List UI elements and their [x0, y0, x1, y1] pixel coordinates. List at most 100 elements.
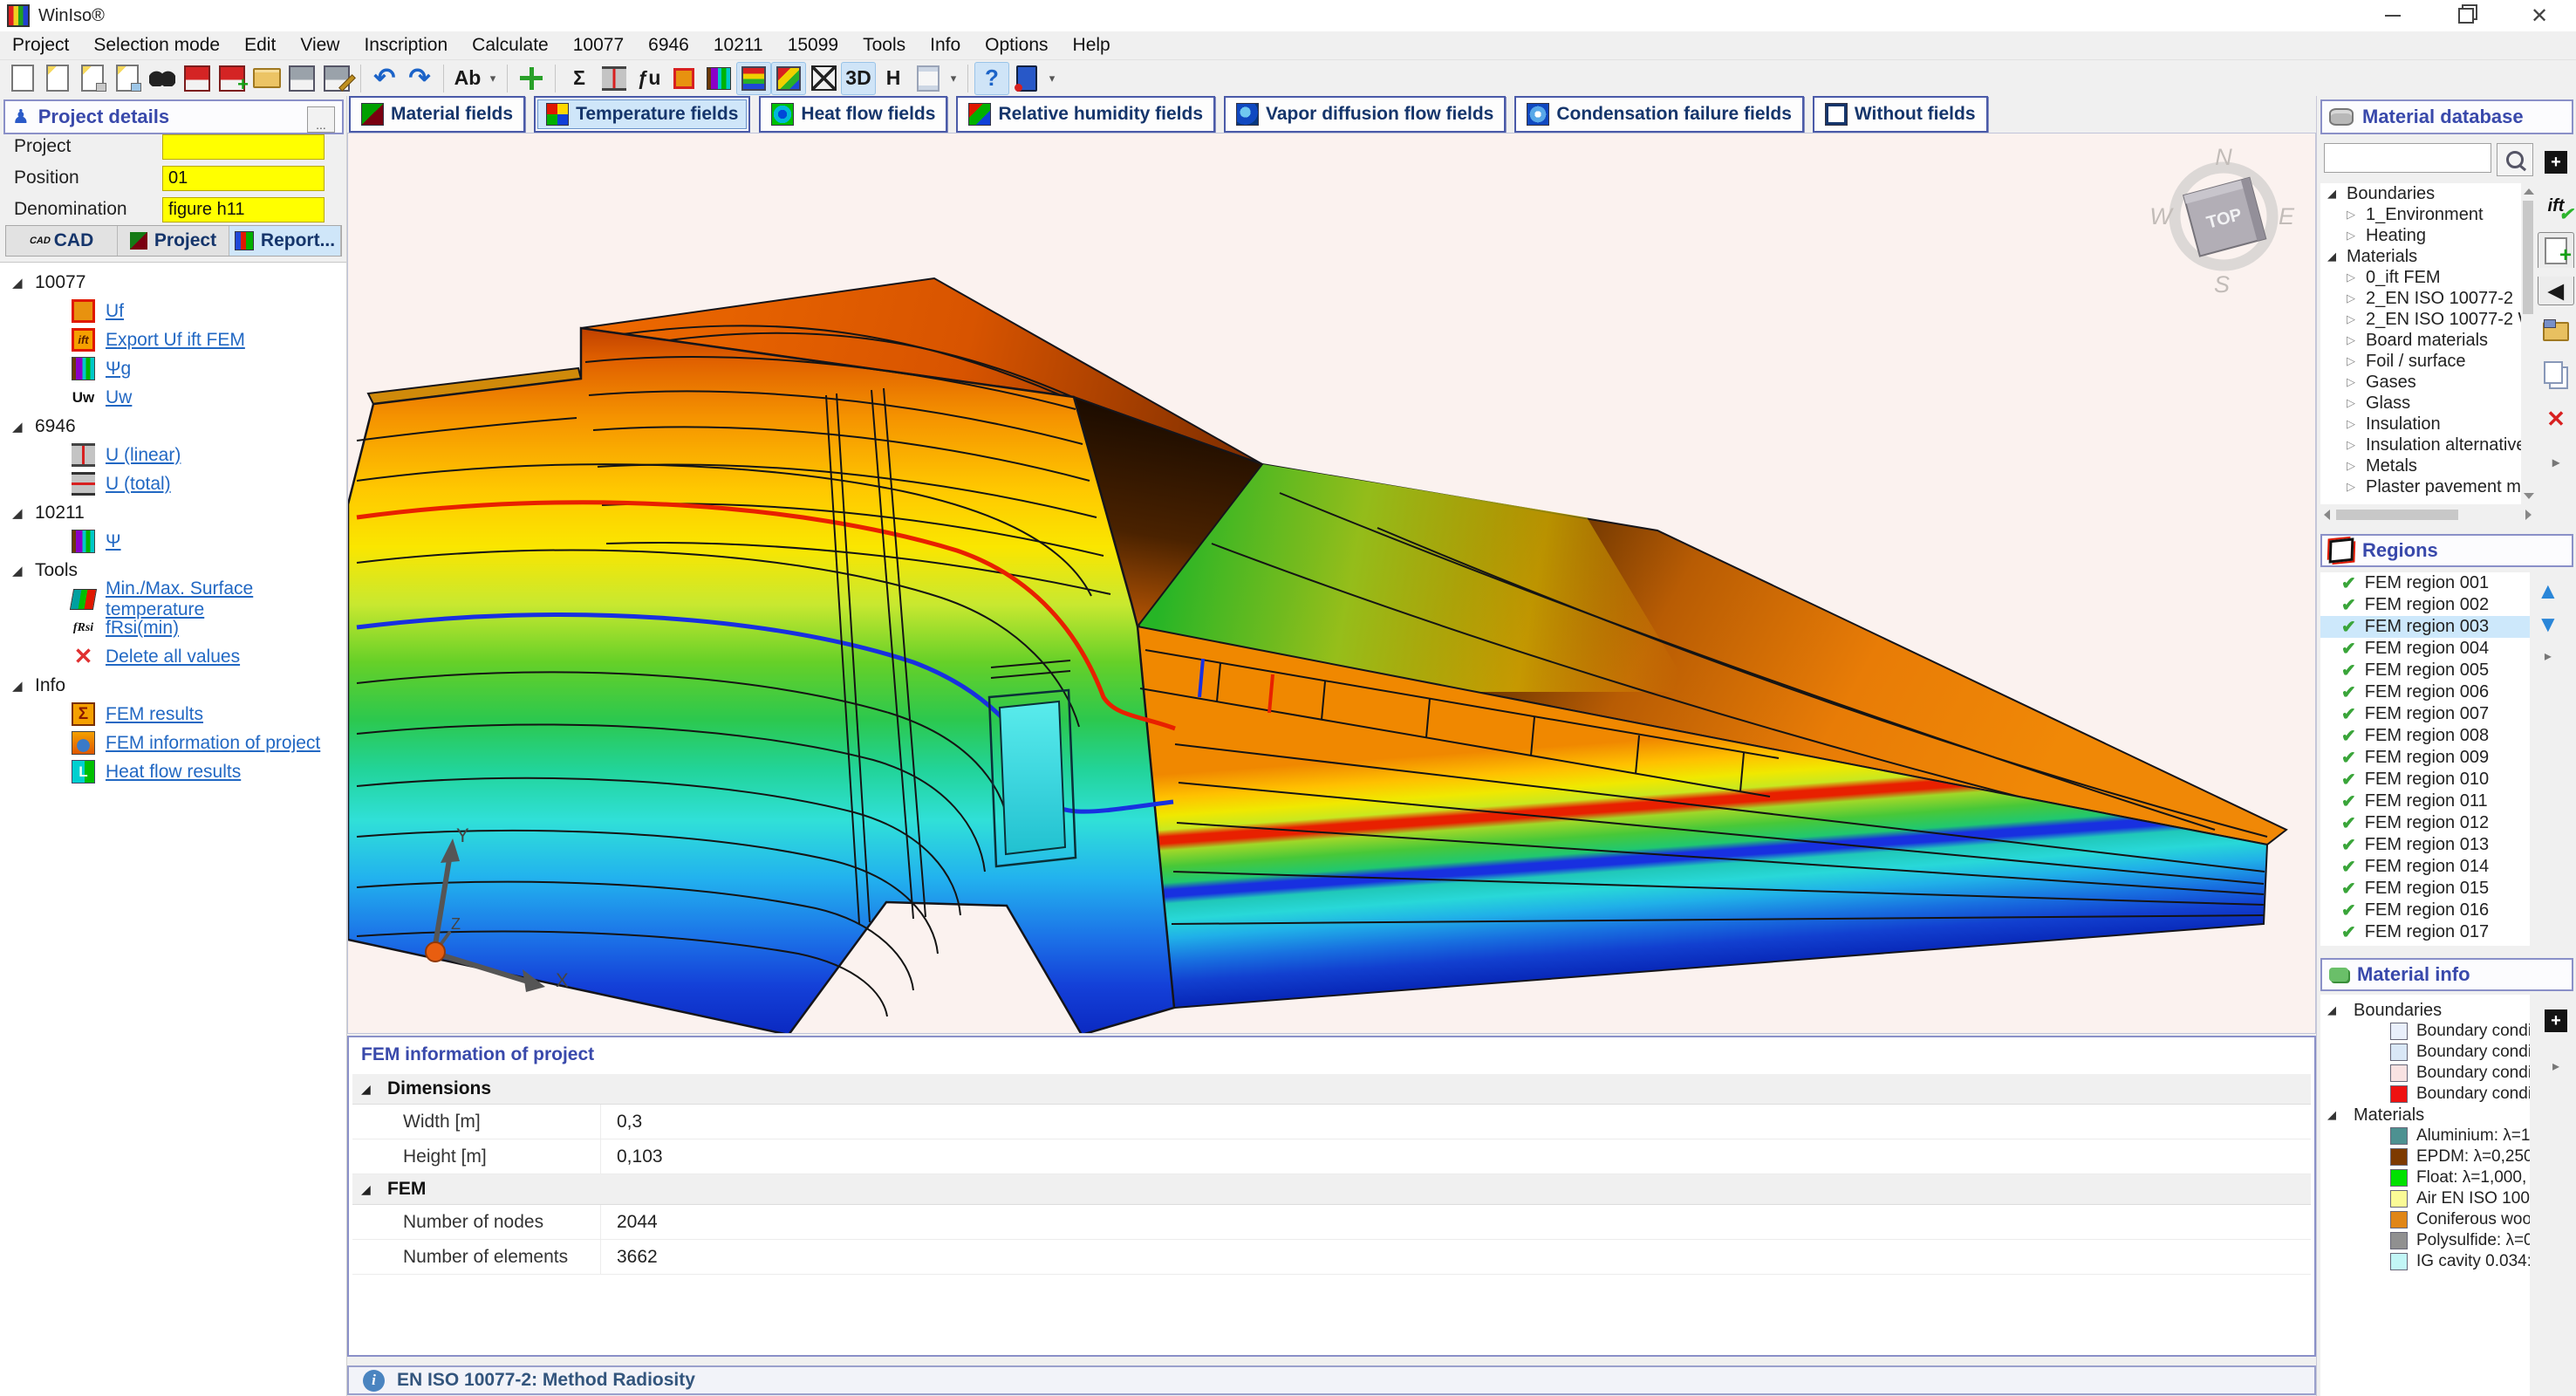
fem-region-label[interactable]: FEM region 005 [2365, 660, 2489, 681]
tree-expander-icon[interactable]: ◢ [2327, 187, 2347, 201]
property-row[interactable]: Number of nodes 2044 [352, 1205, 2311, 1240]
menu-item[interactable]: 10077 [561, 35, 636, 56]
without-fields-button[interactable]: Without fields [1813, 96, 1988, 133]
vapor-diffusion-flow-fields-button[interactable]: Vapor diffusion flow fields [1224, 96, 1506, 133]
open-cad-file-icon[interactable] [75, 62, 110, 95]
tree-item[interactable]: Ψ [0, 527, 346, 556]
tree-expander-icon[interactable]: ◢ [12, 275, 35, 291]
menu-item[interactable]: View [288, 35, 352, 56]
database-tree-label[interactable]: Metals [2366, 456, 2417, 476]
material-info-row[interactable]: Coniferous wood: λ= [2320, 1209, 2530, 1230]
zoom-extents-icon[interactable] [514, 62, 549, 95]
database-tree-item[interactable]: ▷ 0_ift FEM [2320, 267, 2521, 288]
tree-expander-icon[interactable]: ▷ [2347, 208, 2366, 222]
h-tool-icon[interactable]: H [876, 62, 911, 95]
close-button[interactable]: ✕ [2503, 0, 2576, 31]
tree-item-label[interactable]: Info [35, 675, 65, 696]
fem-region-label[interactable]: FEM region 013 [2365, 835, 2489, 855]
fem-region-row[interactable]: ✔ FEM region 004 [2320, 638, 2530, 660]
tree-item[interactable]: ◢ Info [0, 671, 346, 700]
material-info-row[interactable]: Aluminium: λ=160,0 [2320, 1126, 2530, 1146]
database-tree-item[interactable]: ▷ Foil / surface [2320, 351, 2521, 372]
material-info-label[interactable]: Air EN ISO 10077-2 [2416, 1189, 2530, 1208]
new-document-icon[interactable] [5, 62, 40, 95]
fem-region-label[interactable]: FEM region 015 [2365, 879, 2489, 899]
move-region-up-icon[interactable]: ▲ [2537, 581, 2559, 600]
fem-region-label[interactable]: FEM region 008 [2365, 726, 2489, 746]
fem-region-row[interactable]: ✔ FEM region 008 [2320, 725, 2530, 747]
move-region-down-icon[interactable]: ▼ [2537, 614, 2559, 633]
fem-region-row[interactable]: ✔ FEM region 012 [2320, 812, 2530, 834]
fem-region-row[interactable]: ✔ FEM region 017 [2320, 921, 2530, 943]
tree-expander-icon[interactable]: ▷ [2347, 459, 2366, 473]
database-tree-item[interactable]: ▷ Heating [2320, 225, 2521, 246]
toolbar-separator[interactable] [360, 65, 361, 92]
material-info-label[interactable]: Polysulfide: λ=0,400 [2416, 1231, 2530, 1250]
view-compass[interactable]: N E S W TOP [2149, 144, 2295, 298]
material-info-label[interactable]: IG cavity 0.034: λ=0, [2416, 1252, 2530, 1271]
fem-region-label[interactable]: FEM region 014 [2365, 857, 2489, 877]
material-info-label[interactable]: Boundaries [2354, 1001, 2442, 1021]
scroll-right-icon[interactable] [2525, 510, 2532, 520]
tree-expander-icon[interactable]: ▷ [2347, 270, 2366, 284]
tree-item[interactable]: Min./Max. Surface temperature [0, 585, 346, 613]
material-info-label[interactable]: Boundary condition [2416, 1064, 2530, 1083]
tree-expander-icon[interactable]: ◢ [12, 563, 35, 578]
material-search-input[interactable] [2324, 143, 2491, 173]
import-material-icon[interactable] [2538, 314, 2573, 349]
material-info-row[interactable]: ◢ Boundaries [2320, 1000, 2530, 1021]
save-project-icon[interactable] [180, 62, 215, 95]
tree-item[interactable]: FEM results [0, 700, 346, 729]
tree-item-label[interactable]: Export Uf ift FEM [106, 330, 245, 351]
menu-item[interactable]: Project [0, 35, 81, 56]
database-tree-label[interactable]: 2_EN ISO 10077-2 W [2366, 310, 2521, 330]
fem-region-row[interactable]: ✔ FEM region 009 [2320, 747, 2530, 769]
fem-region-label[interactable]: FEM region 010 [2365, 770, 2489, 790]
material-info-row[interactable]: Boundary condition [2320, 1084, 2530, 1105]
tab-report[interactable]: Report... [229, 226, 341, 256]
database-tree-item[interactable]: ◢ Boundaries [2320, 183, 2521, 204]
new-material-icon[interactable] [2538, 1003, 2573, 1038]
material-info-row[interactable]: Float: λ=1,000, ε=90 [2320, 1167, 2530, 1188]
database-tree-label[interactable]: Plaster pavement mo [2366, 477, 2521, 497]
minimize-button[interactable] [2356, 0, 2429, 31]
restore-button[interactable] [2429, 0, 2503, 31]
menu-item[interactable]: Options [973, 35, 1060, 56]
exit-dropdown-icon[interactable]: ▾ [1044, 62, 1060, 95]
fem-region-row[interactable]: ✔ FEM region 006 [2320, 681, 2530, 703]
menu-item[interactable]: Help [1061, 35, 1123, 56]
project-details-more-button[interactable]: ... [307, 106, 335, 133]
tree-item-label[interactable]: Ψ [106, 531, 121, 552]
database-tree-label[interactable]: 1_Environment [2366, 205, 2484, 225]
expand-panel-icon[interactable]: ▸ [2545, 647, 2552, 665]
tree-item-label[interactable]: Delete all values [106, 647, 240, 667]
fem-region-row[interactable]: ✔ FEM region 015 [2320, 878, 2530, 900]
tree-item-label[interactable]: FEM information of project [106, 733, 320, 754]
fem-region-label[interactable]: FEM region 006 [2365, 682, 2489, 702]
toolbar-separator[interactable] [555, 65, 556, 92]
undo-icon[interactable]: ↶ [367, 62, 402, 95]
fem-region-row[interactable]: ✔ FEM region 016 [2320, 900, 2530, 921]
tree-item-label[interactable]: Tools [35, 560, 78, 581]
material-info-row[interactable]: IG cavity 0.034: λ=0, [2320, 1251, 2530, 1272]
database-tree-item[interactable]: ▷ Glass [2320, 393, 2521, 414]
tree-item[interactable]: FEM information of project [0, 729, 346, 757]
material-info-row[interactable]: Boundary condition [2320, 1063, 2530, 1084]
menu-item[interactable]: 15099 [776, 35, 851, 56]
view-3d-icon[interactable]: 3D [841, 62, 876, 95]
inscription-dropdown-icon[interactable]: ▾ [485, 62, 501, 95]
database-tree-label[interactable]: 0_ift FEM [2366, 268, 2441, 288]
menu-item[interactable]: Calculate [460, 35, 561, 56]
menu-item[interactable]: 10211 [701, 35, 776, 56]
tree-expander-icon[interactable]: ◢ [12, 505, 35, 521]
material-info-label[interactable]: Boundary condition [2416, 1043, 2530, 1062]
tree-expander-icon[interactable]: ▷ [2347, 480, 2366, 494]
section-expander-icon[interactable]: ◢ [352, 1082, 387, 1097]
fem-region-label[interactable]: FEM region 001 [2365, 573, 2489, 593]
psi-icon[interactable] [701, 62, 736, 95]
toolbar-separator[interactable] [443, 65, 444, 92]
fem-region-label[interactable]: FEM region 012 [2365, 813, 2489, 833]
fem-region-label[interactable]: FEM region 017 [2365, 922, 2489, 942]
database-tree-item[interactable]: ▷ Plaster pavement mo [2320, 476, 2521, 497]
scrollbar-thumb[interactable] [2336, 510, 2458, 520]
